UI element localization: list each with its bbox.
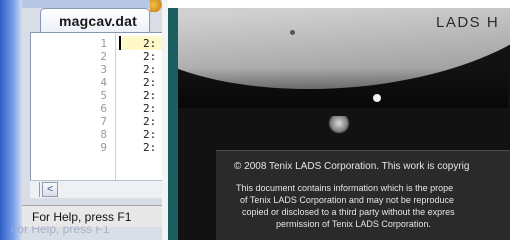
editor-line[interactable]: 9 2: (31, 142, 162, 154)
line-text: 2: (143, 37, 157, 50)
document-image: LADS H © 2008 Tenix LADS Corporation. Th… (168, 8, 510, 240)
line-number: 1 (100, 37, 107, 50)
chevron-left-icon: < (47, 184, 53, 195)
editor-text-area[interactable]: 1 2: 2 2: 3 2: 4 2: 5 2: 6 2: 7 2: 8 2: (30, 32, 162, 180)
photo-figure (328, 116, 350, 134)
window-edge-strip (0, 0, 22, 240)
line-number: 4 (100, 76, 107, 89)
line-number: 7 (100, 115, 107, 128)
line-number: 9 (100, 141, 107, 154)
line-number: 3 (100, 63, 107, 76)
photo-detail (290, 30, 295, 35)
editor-window: magcav.dat 1 2: 2 2: 3 2: 4 2: 5 2: 6 2: (0, 0, 162, 240)
notice-line: © 2008 Tenix LADS Corporation. This work… (234, 161, 470, 172)
scroll-left-button[interactable]: < (42, 182, 58, 197)
line-text: 2: (143, 76, 157, 89)
document-heading: LADS H (436, 14, 500, 31)
line-text: 2: (143, 63, 157, 76)
title-bar (22, 0, 162, 8)
status-bar: For Help, press F1 (22, 205, 162, 227)
line-number: 6 (100, 102, 107, 115)
scrollbar-track-start (30, 182, 40, 197)
notice-line: This document contains information which… (236, 183, 454, 193)
editor-line[interactable]: 2 2: (31, 51, 162, 63)
status-text: For Help, press F1 (32, 210, 132, 224)
line-number: 8 (100, 128, 107, 141)
line-text: 2: (143, 102, 157, 115)
line-number: 5 (100, 89, 107, 102)
accent-stripe (168, 8, 178, 240)
editor-line[interactable]: 6 2: (31, 103, 162, 115)
line-number: 2 (100, 50, 107, 63)
photo-shadow (178, 68, 508, 108)
line-text: 2: (143, 89, 157, 102)
photo-light (373, 94, 381, 102)
notice-line: copied or disclosed to a third party wit… (242, 207, 455, 217)
line-text: 2: (143, 141, 157, 154)
tab-magcav-dat[interactable]: magcav.dat (40, 8, 150, 32)
horizontal-scrollbar[interactable]: < (30, 180, 162, 198)
editor-line[interactable]: 4 2: (31, 77, 162, 89)
copyright-notice: © 2008 Tenix LADS Corporation. This work… (216, 150, 510, 240)
editor-line[interactable]: 7 2: (31, 116, 162, 128)
notice-line: permission of Tenix LADS Corporation. (276, 219, 431, 229)
editor-line[interactable]: 5 2: (31, 90, 162, 102)
line-text: 2: (143, 128, 157, 141)
title-bar-icon (150, 0, 162, 12)
status-bar-ghost: For Help, press F1 (0, 226, 162, 240)
tab-label: magcav.dat (59, 13, 137, 29)
line-text: 2: (143, 50, 157, 63)
status-ghost-text: For Help, press F1 (10, 226, 110, 236)
line-text: 2: (143, 115, 157, 128)
editor-line[interactable]: 3 2: (31, 64, 162, 76)
notice-line: of Tenix LADS Corporation and may not be… (240, 195, 454, 205)
editor-line[interactable]: 1 2: (31, 38, 162, 50)
editor-line[interactable]: 8 2: (31, 129, 162, 141)
